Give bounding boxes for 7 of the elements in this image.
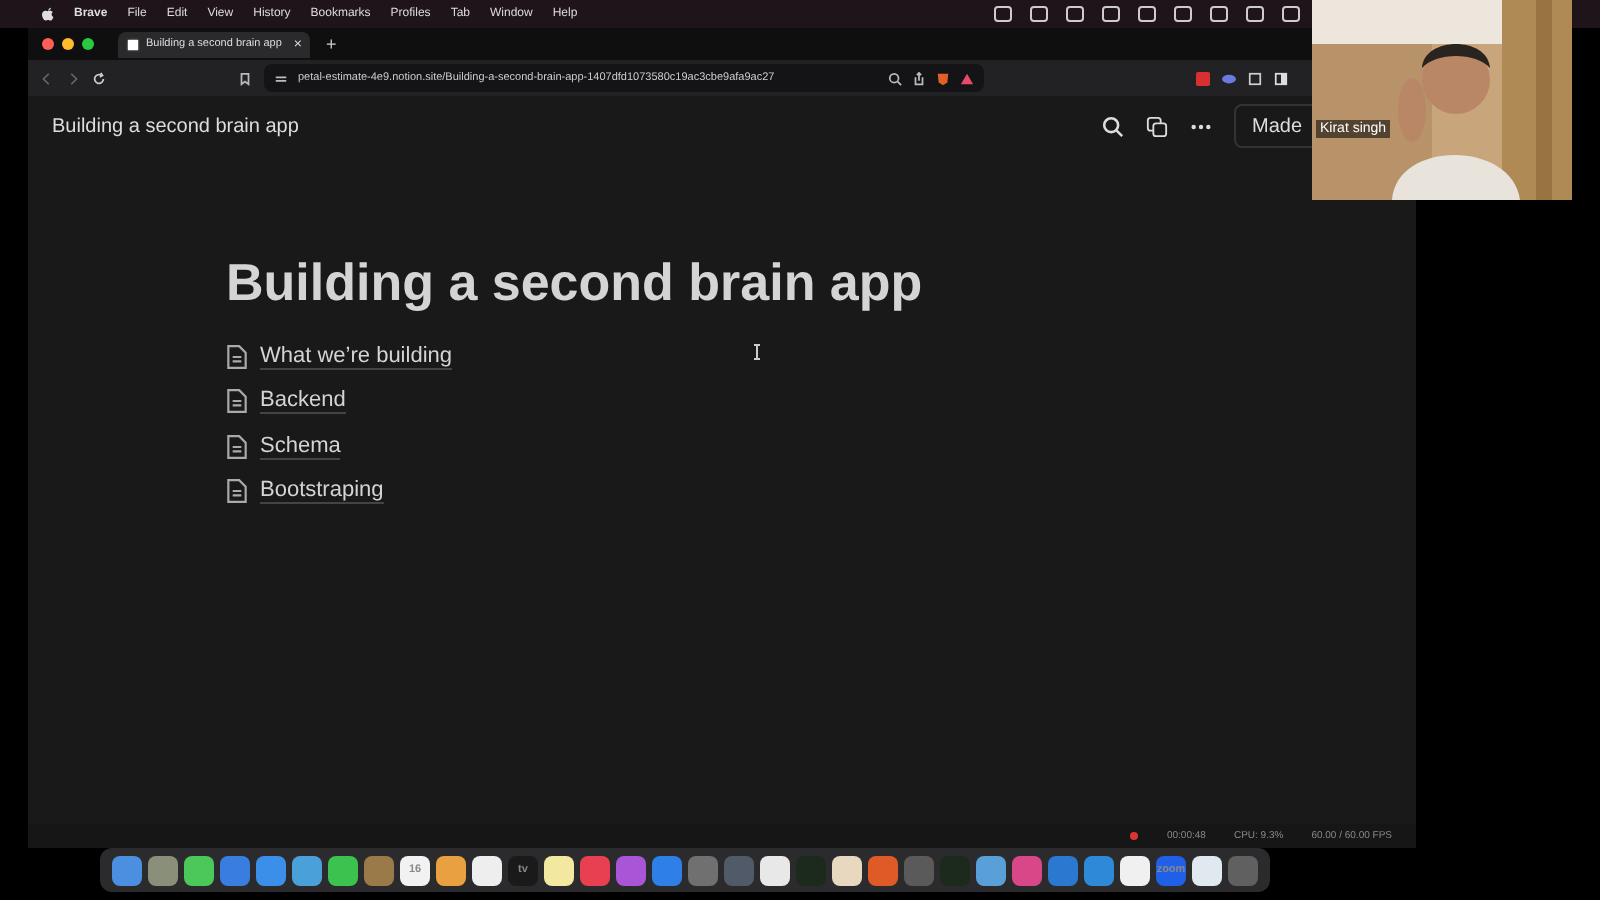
- page-title: Building a second brain app: [226, 252, 925, 314]
- new-tab-button[interactable]: +: [326, 34, 337, 54]
- subpage-link[interactable]: Schema: [260, 433, 341, 460]
- subpage-link[interactable]: Bootstraping: [260, 478, 384, 505]
- page-breadcrumb[interactable]: Building a second brain app: [52, 115, 299, 137]
- subpage-link[interactable]: Backend: [260, 388, 346, 415]
- subpage-link[interactable]: What we’re building: [260, 343, 452, 370]
